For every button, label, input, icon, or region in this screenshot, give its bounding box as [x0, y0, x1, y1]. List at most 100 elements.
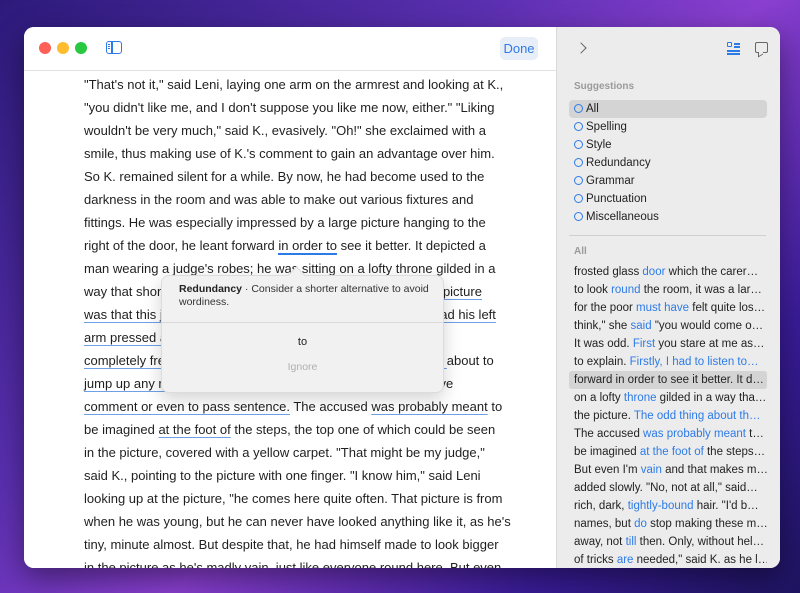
- popover-title: Redundancy: [179, 283, 243, 295]
- suggestion-highlight: Firstly, I had to listen to…: [629, 356, 759, 368]
- suggestion-context: which the carer…: [665, 266, 759, 278]
- suggestion-item[interactable]: for the poor must have felt quite los…: [569, 299, 767, 317]
- suggestion-item[interactable]: to look round the room, it was a lar…: [569, 281, 767, 299]
- suggestion-context: on a lofty: [574, 392, 624, 404]
- suggestion-item[interactable]: on a lofty throne gilded in a way tha…: [569, 389, 767, 407]
- text-run: So K. remained silent for a while. By no…: [84, 169, 485, 184]
- suggestion-item[interactable]: frosted glass door which the carer…: [569, 263, 767, 281]
- filter-spelling[interactable]: Spelling: [569, 118, 767, 136]
- text-run: about to: [446, 353, 494, 368]
- suggestion-item[interactable]: be imagined at the foot of the steps…: [569, 443, 767, 461]
- suggestion-context: the picture.: [574, 410, 634, 422]
- suggestion-item[interactable]: The accused was probably meant t…: [569, 425, 767, 443]
- sidebar-toggle-icon[interactable]: [106, 41, 122, 54]
- zoom-window-button[interactable]: [75, 42, 87, 54]
- suggestion-context: you stare at me as…: [655, 338, 765, 350]
- suggestion-item[interactable]: the picture. The odd thing about th…: [569, 407, 767, 425]
- suggestion-item[interactable]: to explain. Firstly, I had to listen to…: [569, 353, 767, 371]
- flagged-text[interactable]: comment or even to pass sentence.: [84, 399, 290, 414]
- suggestion-item[interactable]: of tricks are needed," said K. as he l…: [569, 551, 767, 568]
- document-line: in the picture as he's madly vain, just …: [84, 556, 504, 568]
- text-run: be imagined: [84, 422, 159, 437]
- all-header: All: [574, 246, 587, 257]
- document-line: be imagined at the foot of the steps, th…: [84, 418, 504, 441]
- suggestion-context: away, not: [574, 536, 626, 548]
- text-run: wouldn't be very much," said K., evasive…: [84, 123, 486, 138]
- flagged-text[interactable]: picture: [443, 284, 482, 299]
- text-run: right of the door, he leant forward: [84, 238, 279, 253]
- filter-miscellaneous[interactable]: Miscellaneous: [569, 208, 767, 226]
- suggestion-item[interactable]: But even I'm vain and that makes m…: [569, 461, 767, 479]
- suggestion-item[interactable]: think," she said "you would come o…: [569, 317, 767, 335]
- suggestion-highlight: round: [611, 284, 641, 296]
- comment-icon[interactable]: [755, 42, 768, 53]
- suggestion-context: frosted glass: [574, 266, 643, 278]
- chevron-right-icon[interactable]: [577, 40, 589, 56]
- document-line: when he was young, but he can never have…: [84, 510, 511, 533]
- done-button[interactable]: Done: [500, 37, 538, 60]
- replacement-option[interactable]: to: [162, 336, 443, 348]
- active-suggestion[interactable]: in order to: [278, 238, 337, 255]
- suggestion-highlight: vain: [640, 464, 662, 476]
- document-line: in the picture, covered with a yellow ca…: [84, 441, 504, 464]
- filter-punctuation[interactable]: Punctuation: [569, 190, 767, 208]
- filter-grammar[interactable]: Grammar: [569, 172, 767, 190]
- radio-icon: [574, 140, 583, 149]
- editor-toolbar: Done: [24, 27, 556, 71]
- suggestion-item[interactable]: forward in order to see it better. It d…: [569, 371, 767, 389]
- filter-style[interactable]: Style: [569, 136, 767, 154]
- text-run: in the picture, covered with a yellow ca…: [84, 445, 485, 460]
- suggestion-highlight: tightly-bound: [627, 500, 694, 512]
- text-run: fittings. He was especially impressed by…: [84, 215, 486, 230]
- filter-label: All: [586, 103, 599, 115]
- text-run: "That's not it," said Leni, laying one a…: [84, 77, 504, 92]
- filter-all[interactable]: All: [569, 100, 767, 118]
- filter-label: Redundancy: [586, 157, 651, 169]
- sidebar-divider: [569, 235, 766, 236]
- suggestion-context: added slowly. "No, not at all," said…: [574, 482, 758, 494]
- flagged-text[interactable]: at the foot of: [158, 422, 230, 437]
- document-line: comment or even to pass sentence. The ac…: [84, 395, 504, 418]
- suggestion-context: then. Only, without hel…: [636, 536, 765, 548]
- document-line: wouldn't be very much," said K., evasive…: [84, 119, 504, 142]
- suggestion-context: names, but: [574, 518, 635, 530]
- suggestion-item[interactable]: away, not till then. Only, without hel…: [569, 533, 767, 551]
- radio-icon: [574, 176, 583, 185]
- suggestion-context: "you would come o…: [651, 320, 764, 332]
- suggestion-context: needed," said K. as he l…: [633, 554, 767, 566]
- suggestions-header: Suggestions: [574, 81, 635, 92]
- suggestion-highlight: do: [634, 518, 647, 530]
- flagged-text[interactable]: was probably meant: [371, 399, 487, 414]
- radio-icon: [574, 122, 583, 131]
- suggestion-item[interactable]: rich, dark, tightly-bound hair. "I'd b…: [569, 497, 767, 515]
- suggestion-item[interactable]: added slowly. "No, not at all," said…: [569, 479, 767, 497]
- suggestion-context: felt quite los…: [689, 302, 766, 314]
- document-line: "That's not it," said Leni, laying one a…: [84, 73, 504, 96]
- suggestion-context: for the poor: [574, 302, 637, 314]
- text-run: said K., pointing to the picture with on…: [84, 468, 481, 483]
- suggestion-highlight: was probably meant: [643, 428, 746, 440]
- app-window: Done "That's not it," said Leni, laying …: [24, 27, 780, 568]
- suggestion-context: It was odd.: [574, 338, 633, 350]
- filter-redundancy[interactable]: Redundancy: [569, 154, 767, 172]
- text-run: see it better. It depicted a: [336, 238, 486, 253]
- suggestion-highlight: must have: [636, 302, 690, 314]
- document-line: looking up at the picture, "he comes her…: [84, 487, 504, 510]
- suggestion-highlight: are: [616, 554, 634, 566]
- text-run: in the picture as he's madly vain, just …: [84, 560, 502, 568]
- suggestion-context: rich, dark,: [574, 500, 628, 512]
- suggestion-item[interactable]: names, but do stop making these m…: [569, 515, 767, 533]
- suggestion-context: the steps…: [703, 446, 766, 458]
- ignore-button[interactable]: Ignore: [162, 361, 443, 373]
- text-run: darkness in the room and was able to mak…: [84, 192, 474, 207]
- minimize-window-button[interactable]: [57, 42, 69, 54]
- suggestions-sidebar: Suggestions All Spelling Style Redundancy Gr…: [556, 27, 780, 568]
- suggestion-context: gilded in a way tha…: [656, 392, 767, 404]
- document-line: So K. remained silent for a while. By no…: [84, 165, 504, 188]
- suggestion-context: the room, it was a lar…: [640, 284, 762, 296]
- suggestion-context: But even I'm: [574, 464, 641, 476]
- document-line: said K., pointing to the picture with on…: [84, 464, 504, 487]
- close-window-button[interactable]: [39, 42, 51, 54]
- suggestions-list-icon[interactable]: [727, 42, 740, 55]
- suggestion-item[interactable]: It was odd. First you stare at me as…: [569, 335, 767, 353]
